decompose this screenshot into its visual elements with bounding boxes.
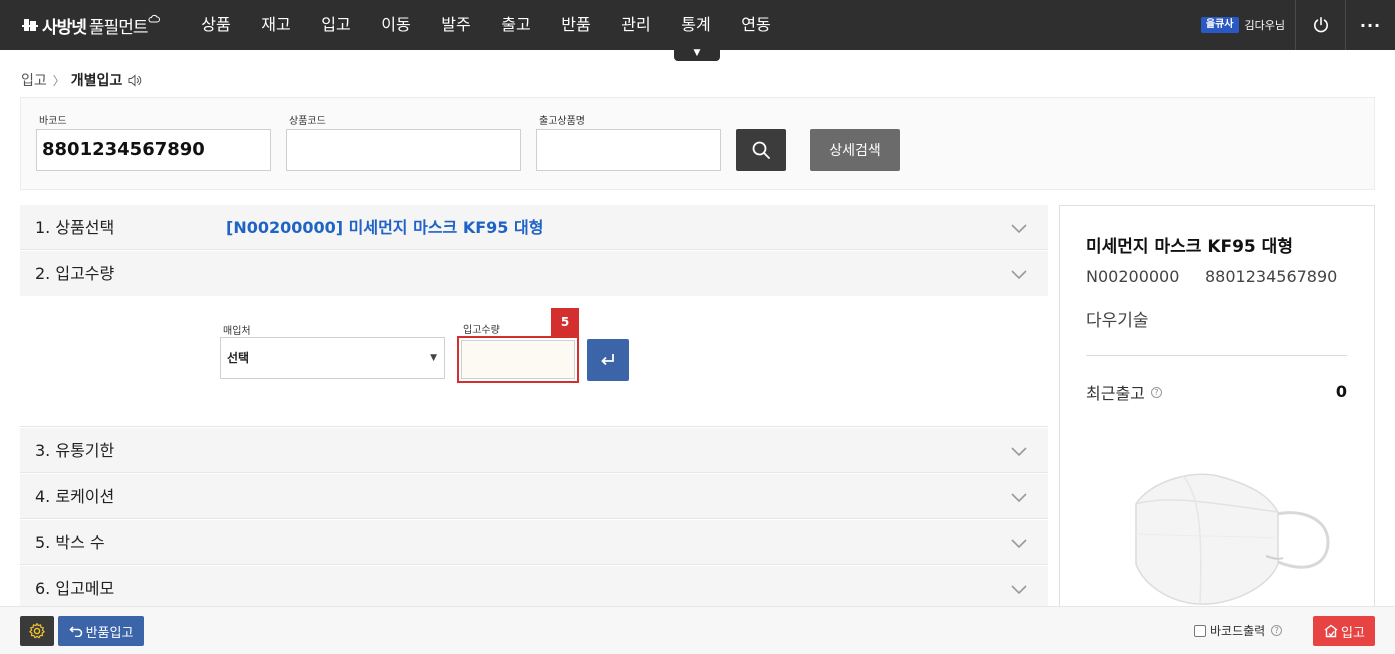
barcode-print-option[interactable]: 바코드출력 ? — [1194, 622, 1283, 639]
quantity-form: 매입처 선택 ▼ 입고수량 5 — [20, 296, 1048, 427]
chevron-down-icon[interactable] — [1010, 488, 1028, 506]
search-panel: 바코드 8801234567890 상품코드 출고상품명 상세검색 — [20, 97, 1375, 190]
recent-outbound-label-text: 최근출고 — [1086, 384, 1145, 403]
supplier-label: 매입처 — [223, 326, 251, 337]
page-title: 개별입고 — [70, 73, 123, 89]
step-title: 2. 입고수량 — [35, 264, 115, 283]
enter-button[interactable] — [587, 339, 629, 381]
bottom-action-bar: 반품입고 바코드출력 ? 입고 — [0, 606, 1395, 654]
nav-item-returns[interactable]: 반품 — [546, 0, 606, 50]
chevron-down-icon[interactable] — [1010, 534, 1028, 552]
step-title: 5. 박스 수 — [35, 533, 105, 552]
user-area: 을큐사 김다우님 — [1200, 16, 1285, 34]
chevron-right-icon: 〉 — [52, 73, 65, 88]
logo-cloud-icon — [148, 14, 161, 22]
company-badge: 을큐사 — [1200, 17, 1239, 33]
return-inbound-label: 반품입고 — [85, 625, 134, 641]
detail-search-button[interactable]: 상세검색 — [810, 129, 900, 171]
step-location[interactable]: 4. 로케이션 — [20, 474, 1048, 519]
step-quantity[interactable]: 2. 입고수량 — [20, 251, 1048, 296]
recent-outbound-label: 최근출고 ? — [1086, 380, 1162, 404]
enter-icon — [601, 354, 614, 366]
help-icon[interactable]: ? — [1271, 625, 1283, 636]
step-box-count[interactable]: 5. 박스 수 — [20, 520, 1048, 565]
step-title: 4. 로케이션 — [35, 487, 115, 506]
nav-item-products[interactable]: 상품 — [186, 0, 246, 50]
chevron-down-icon[interactable] — [1010, 442, 1028, 460]
recent-outbound-value: 0 — [1335, 382, 1347, 401]
speaker-icon[interactable] — [128, 73, 143, 87]
caret-down-icon: ▼ — [693, 48, 701, 58]
step-expiry[interactable]: 3. 유통기한 — [20, 428, 1048, 473]
divider — [1086, 355, 1347, 356]
main-nav: 상품 재고 입고 이동 발주 출고 반품 관리 통계 연동 — [186, 0, 786, 50]
chevron-down-icon[interactable] — [1010, 219, 1028, 237]
nav-item-transfer[interactable]: 이동 — [366, 0, 426, 50]
product-supplier: 다우기술 — [1086, 311, 1149, 331]
logout-button[interactable] — [1296, 0, 1346, 50]
nav-item-integration[interactable]: 연동 — [726, 0, 786, 50]
more-menu-button[interactable]: ··· — [1346, 0, 1395, 50]
nav-item-order[interactable]: 발주 — [426, 0, 486, 50]
product-name: 미세먼지 마스크 KF95 대형 — [1086, 237, 1293, 257]
product-image — [1135, 473, 1330, 605]
supplier-select[interactable]: 선택 ▼ — [220, 337, 445, 379]
nav-item-stats[interactable]: 통계 — [666, 0, 726, 50]
nav-item-stock[interactable]: 재고 — [246, 0, 306, 50]
barcode-label: 바코드 — [39, 116, 67, 127]
help-icon[interactable]: ? — [1150, 386, 1162, 398]
selected-product-link[interactable]: [N00200000] 미세먼지 마스크 KF95 대형 — [226, 205, 543, 250]
step-title: 6. 입고메모 — [35, 579, 115, 598]
barcode-print-label: 바코드출력 — [1210, 624, 1266, 638]
step-memo[interactable]: 6. 입고메모 — [20, 566, 1048, 611]
nav-toggle-button[interactable]: ▼ — [674, 48, 720, 61]
product-code-label: 상품코드 — [289, 116, 326, 127]
logo-mark-icon — [22, 17, 38, 33]
search-button[interactable] — [736, 129, 786, 171]
search-icon — [752, 141, 770, 159]
step-title: 1. 상품선택 — [35, 218, 115, 237]
undo-icon — [69, 626, 82, 637]
product-barcode: 8801234567890 — [1205, 267, 1338, 286]
step-badge: 5 — [551, 308, 579, 336]
nav-item-outbound[interactable]: 출고 — [486, 0, 546, 50]
app-logo[interactable]: 사방넷 풀필먼트 — [22, 13, 161, 38]
step-title: 3. 유통기한 — [35, 441, 115, 460]
barcode-input[interactable]: 8801234567890 — [36, 129, 271, 171]
power-icon — [1314, 16, 1328, 33]
supplier-selected-value: 선택 — [227, 351, 250, 365]
step-product-select[interactable]: 1. 상품선택 [N00200000] 미세먼지 마스크 KF95 대형 — [20, 205, 1048, 250]
nav-item-manage[interactable]: 관리 — [606, 0, 666, 50]
quantity-input-highlight — [457, 336, 579, 383]
logo-brand-text: 사방넷 — [42, 17, 87, 38]
top-navigation-bar: 사방넷 풀필먼트 상품 재고 입고 이동 발주 출고 반품 관리 통계 연동 을… — [0, 0, 1395, 50]
outbound-name-input[interactable] — [536, 129, 721, 171]
quantity-input[interactable] — [461, 340, 575, 379]
product-code: N00200000 — [1086, 267, 1180, 286]
inbound-submit-button[interactable]: 입고 — [1313, 616, 1375, 646]
barcode-print-checkbox[interactable] — [1194, 624, 1206, 637]
inbound-icon — [1324, 624, 1338, 638]
quantity-label: 입고수량 — [463, 325, 500, 336]
breadcrumb: 입고 〉 개별입고 — [21, 70, 143, 90]
breadcrumb-parent[interactable]: 입고 — [21, 70, 47, 90]
inbound-label: 입고 — [1341, 625, 1365, 641]
user-name[interactable]: 김다우님 — [1245, 17, 1285, 33]
chevron-down-icon[interactable] — [1010, 265, 1028, 283]
more-icon: ··· — [1359, 15, 1382, 35]
return-inbound-button[interactable]: 반품입고 — [58, 616, 144, 646]
nav-item-inbound[interactable]: 입고 — [306, 0, 366, 50]
settings-button[interactable] — [20, 616, 54, 646]
chevron-down-icon[interactable] — [1010, 580, 1028, 598]
product-code-input[interactable] — [286, 129, 521, 171]
dropdown-arrow-icon: ▼ — [430, 353, 437, 363]
product-info-panel: 미세먼지 마스크 KF95 대형 N00200000 8801234567890… — [1059, 205, 1375, 615]
gear-icon — [29, 622, 45, 639]
outbound-name-label: 출고상품명 — [539, 116, 585, 127]
logo-product-text: 풀필먼트 — [88, 17, 149, 38]
